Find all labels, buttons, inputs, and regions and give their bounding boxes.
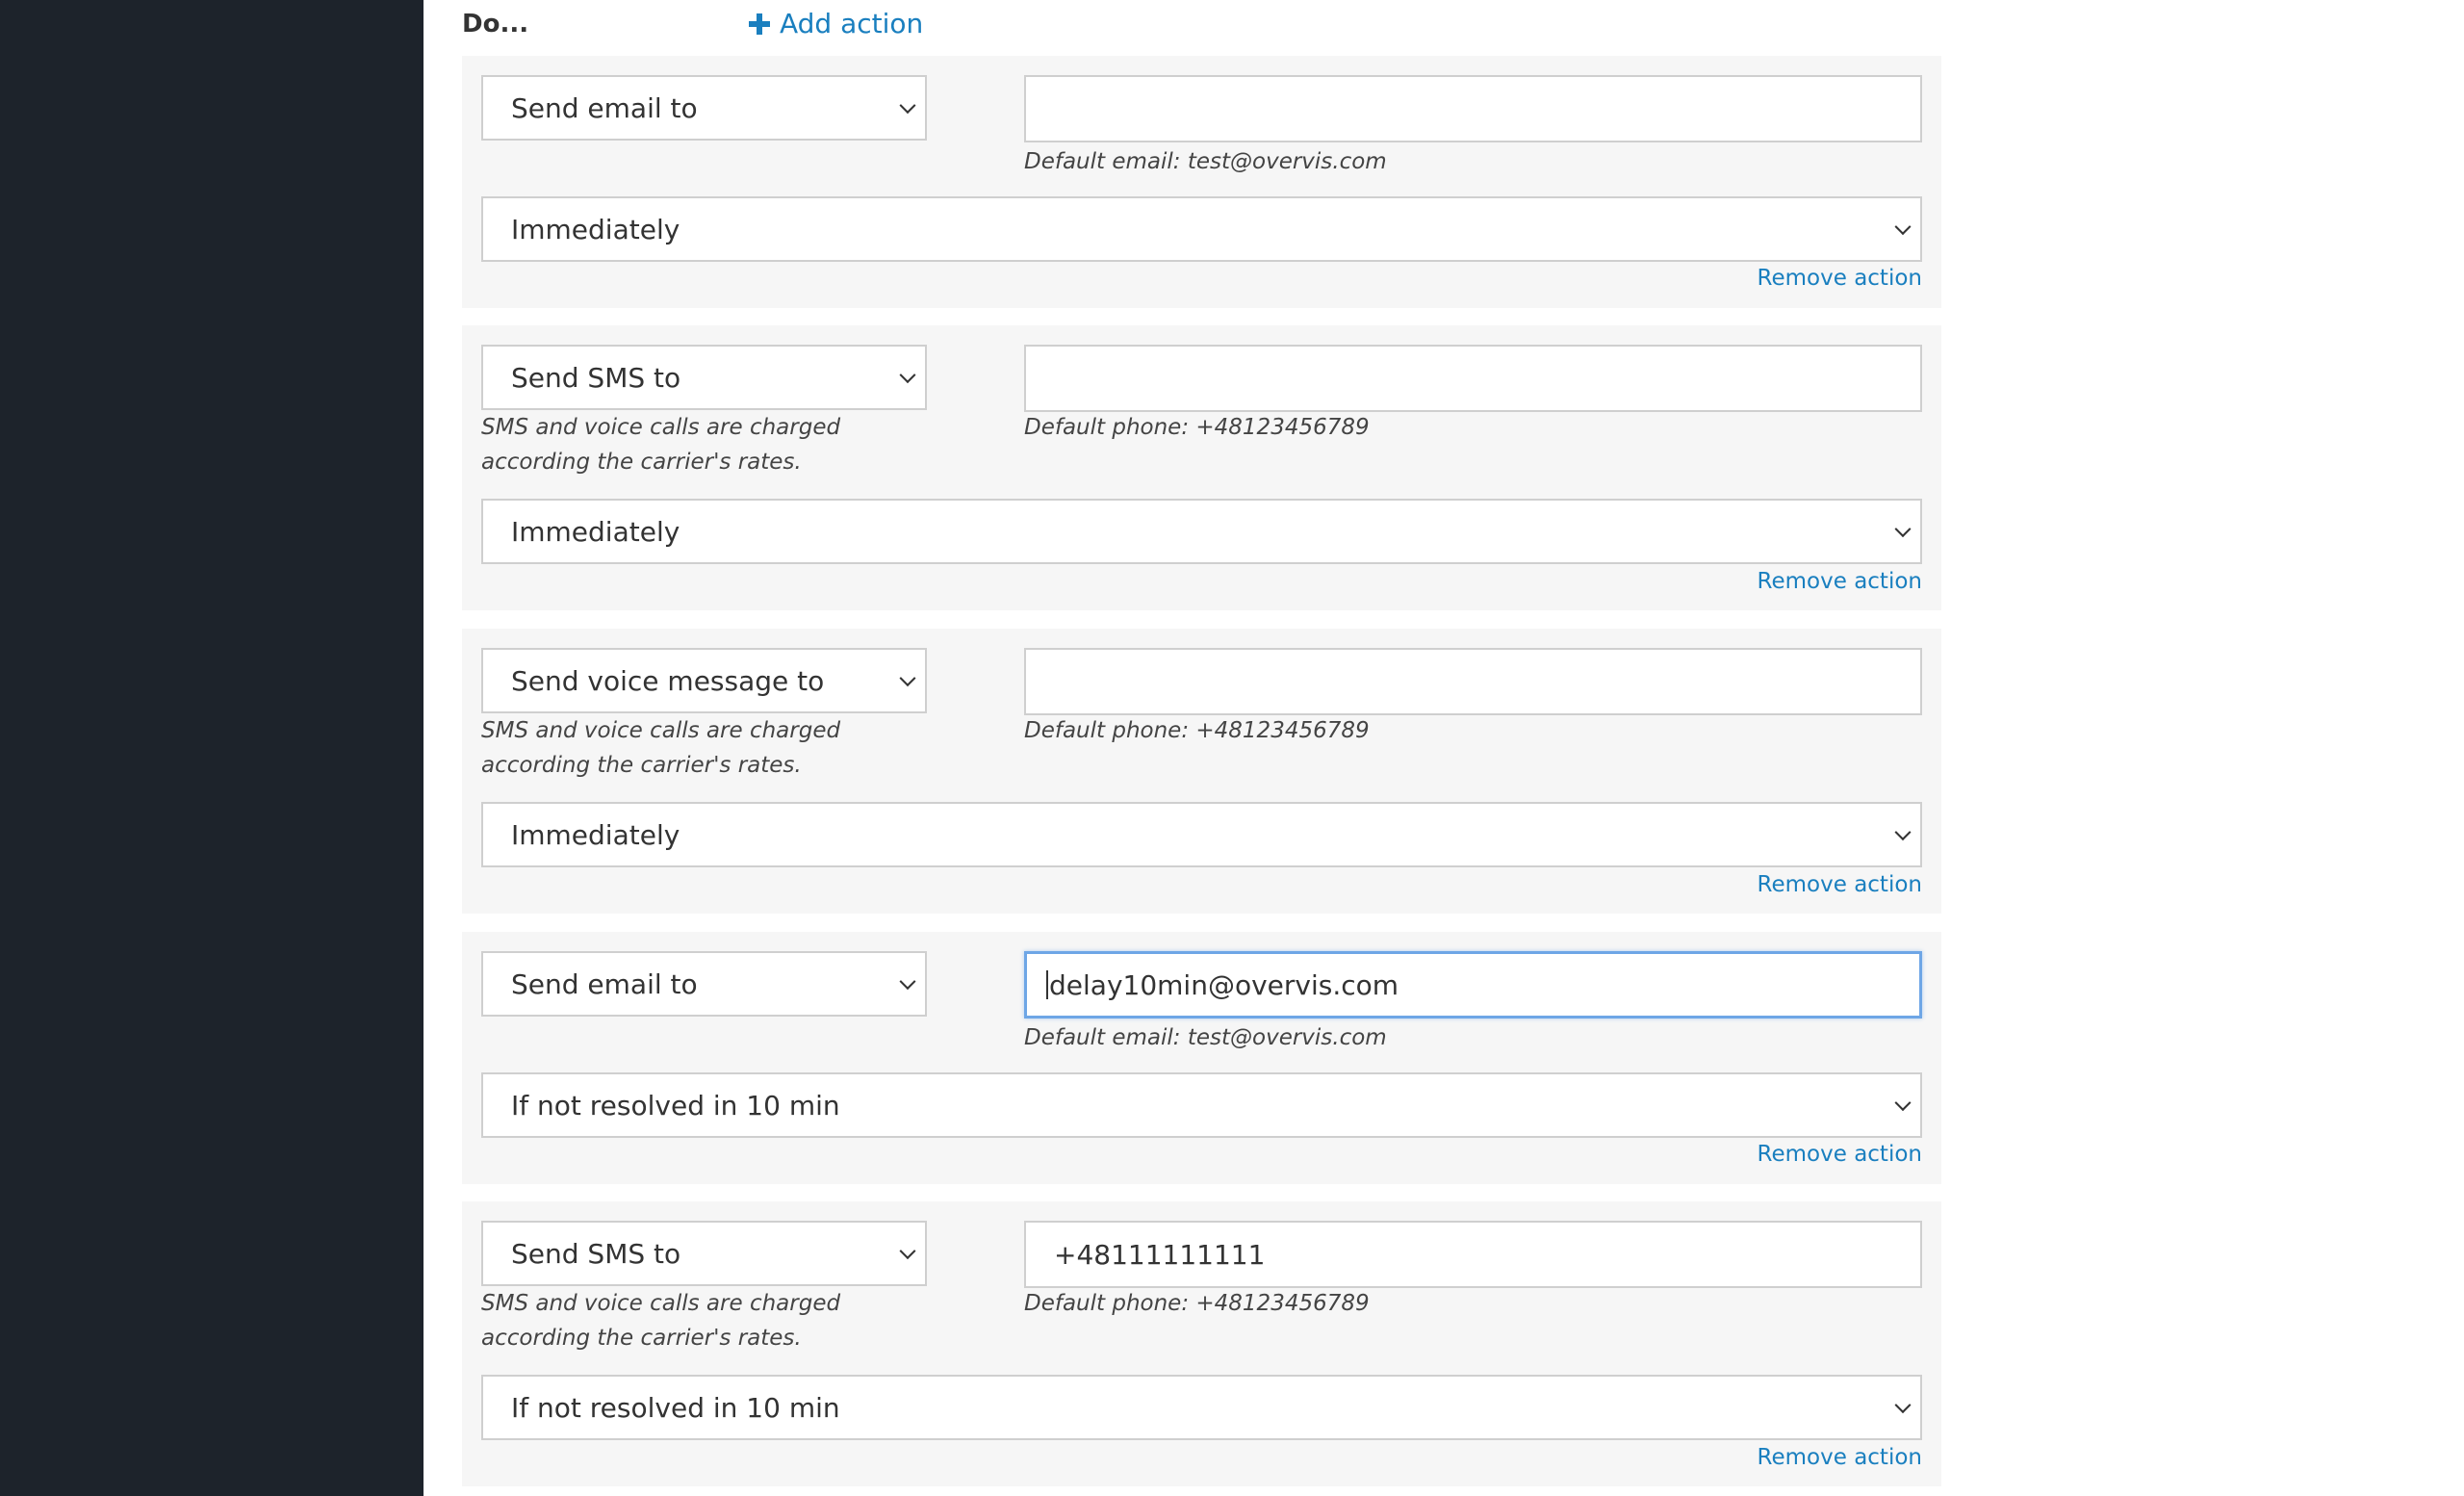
chevron-down-icon [899,1243,916,1260]
chevron-down-icon [1894,521,1912,538]
chevron-down-icon [1894,1095,1912,1112]
timing-value: Immediately [511,818,680,851]
charge-note: SMS and voice calls are charged accordin… [481,718,841,778]
recipient-value: delay10min@overvis.com [1049,968,1399,1001]
plus-icon [749,13,770,35]
default-hint: Default phone: +48123456789 [1024,718,1370,743]
text-caret [1046,970,1048,999]
remove-action-link[interactable]: Remove action [1758,266,1922,291]
charge-note: SMS and voice calls are charged accordin… [481,415,841,475]
timing-select[interactable]: If not resolved in 10 min [481,1375,1922,1440]
timing-select[interactable]: If not resolved in 10 min [481,1072,1922,1138]
chevron-down-icon [899,367,916,384]
action-type-select[interactable]: Send SMS to [481,345,927,410]
timing-value: If not resolved in 10 min [511,1089,840,1122]
timing-select[interactable]: Immediately [481,499,1922,564]
default-hint: Default email: test@overvis.com [1024,1025,1387,1050]
action-card: Send SMS to SMS and voice calls are char… [462,1201,1941,1486]
main-content: Do... Add action Send email to Default e… [424,0,2464,1496]
timing-value: If not resolved in 10 min [511,1391,840,1424]
chevron-down-icon [1894,1397,1912,1414]
add-action-button[interactable]: Add action [749,8,923,39]
recipient-input[interactable] [1024,345,1922,412]
action-card: Send SMS to SMS and voice calls are char… [462,325,1941,610]
action-type-value: Send SMS to [511,1237,681,1270]
default-hint: Default email: test@overvis.com [1024,149,1387,174]
sidebar [0,0,424,1496]
action-card: Send email to Default email: test@overvi… [462,56,1941,308]
chevron-down-icon [899,670,916,687]
action-type-value: Send SMS to [511,361,681,394]
action-type-value: Send email to [511,91,698,124]
recipient-input[interactable]: +48111111111 [1024,1221,1922,1288]
chevron-down-icon [1894,824,1912,841]
action-type-select[interactable]: Send email to [481,951,927,1017]
recipient-value: +48111111111 [1054,1238,1266,1271]
action-type-value: Send email to [511,967,698,1000]
remove-action-link[interactable]: Remove action [1758,1142,1922,1167]
do-label: Do... [462,10,529,39]
remove-action-link[interactable]: Remove action [1758,872,1922,897]
action-card: Send email to delay10min@overvis.com Def… [462,932,1941,1184]
recipient-input[interactable]: delay10min@overvis.com [1024,951,1922,1019]
action-type-value: Send voice message to [511,664,825,697]
charge-note: SMS and voice calls are charged accordin… [481,1291,841,1351]
remove-action-link[interactable]: Remove action [1758,569,1922,594]
timing-value: Immediately [511,213,680,245]
action-type-select[interactable]: Send voice message to [481,648,927,713]
chevron-down-icon [1894,219,1912,236]
default-hint: Default phone: +48123456789 [1024,1291,1370,1316]
recipient-input[interactable] [1024,75,1922,142]
action-card: Send voice message to SMS and voice call… [462,629,1941,914]
timing-select[interactable]: Immediately [481,196,1922,262]
action-type-select[interactable]: Send email to [481,75,927,141]
remove-action-link[interactable]: Remove action [1758,1445,1922,1470]
chevron-down-icon [899,97,916,115]
recipient-input[interactable] [1024,648,1922,715]
action-type-select[interactable]: Send SMS to [481,1221,927,1286]
chevron-down-icon [899,973,916,991]
timing-value: Immediately [511,515,680,548]
add-action-label: Add action [780,8,924,39]
timing-select[interactable]: Immediately [481,802,1922,867]
default-hint: Default phone: +48123456789 [1024,415,1370,440]
